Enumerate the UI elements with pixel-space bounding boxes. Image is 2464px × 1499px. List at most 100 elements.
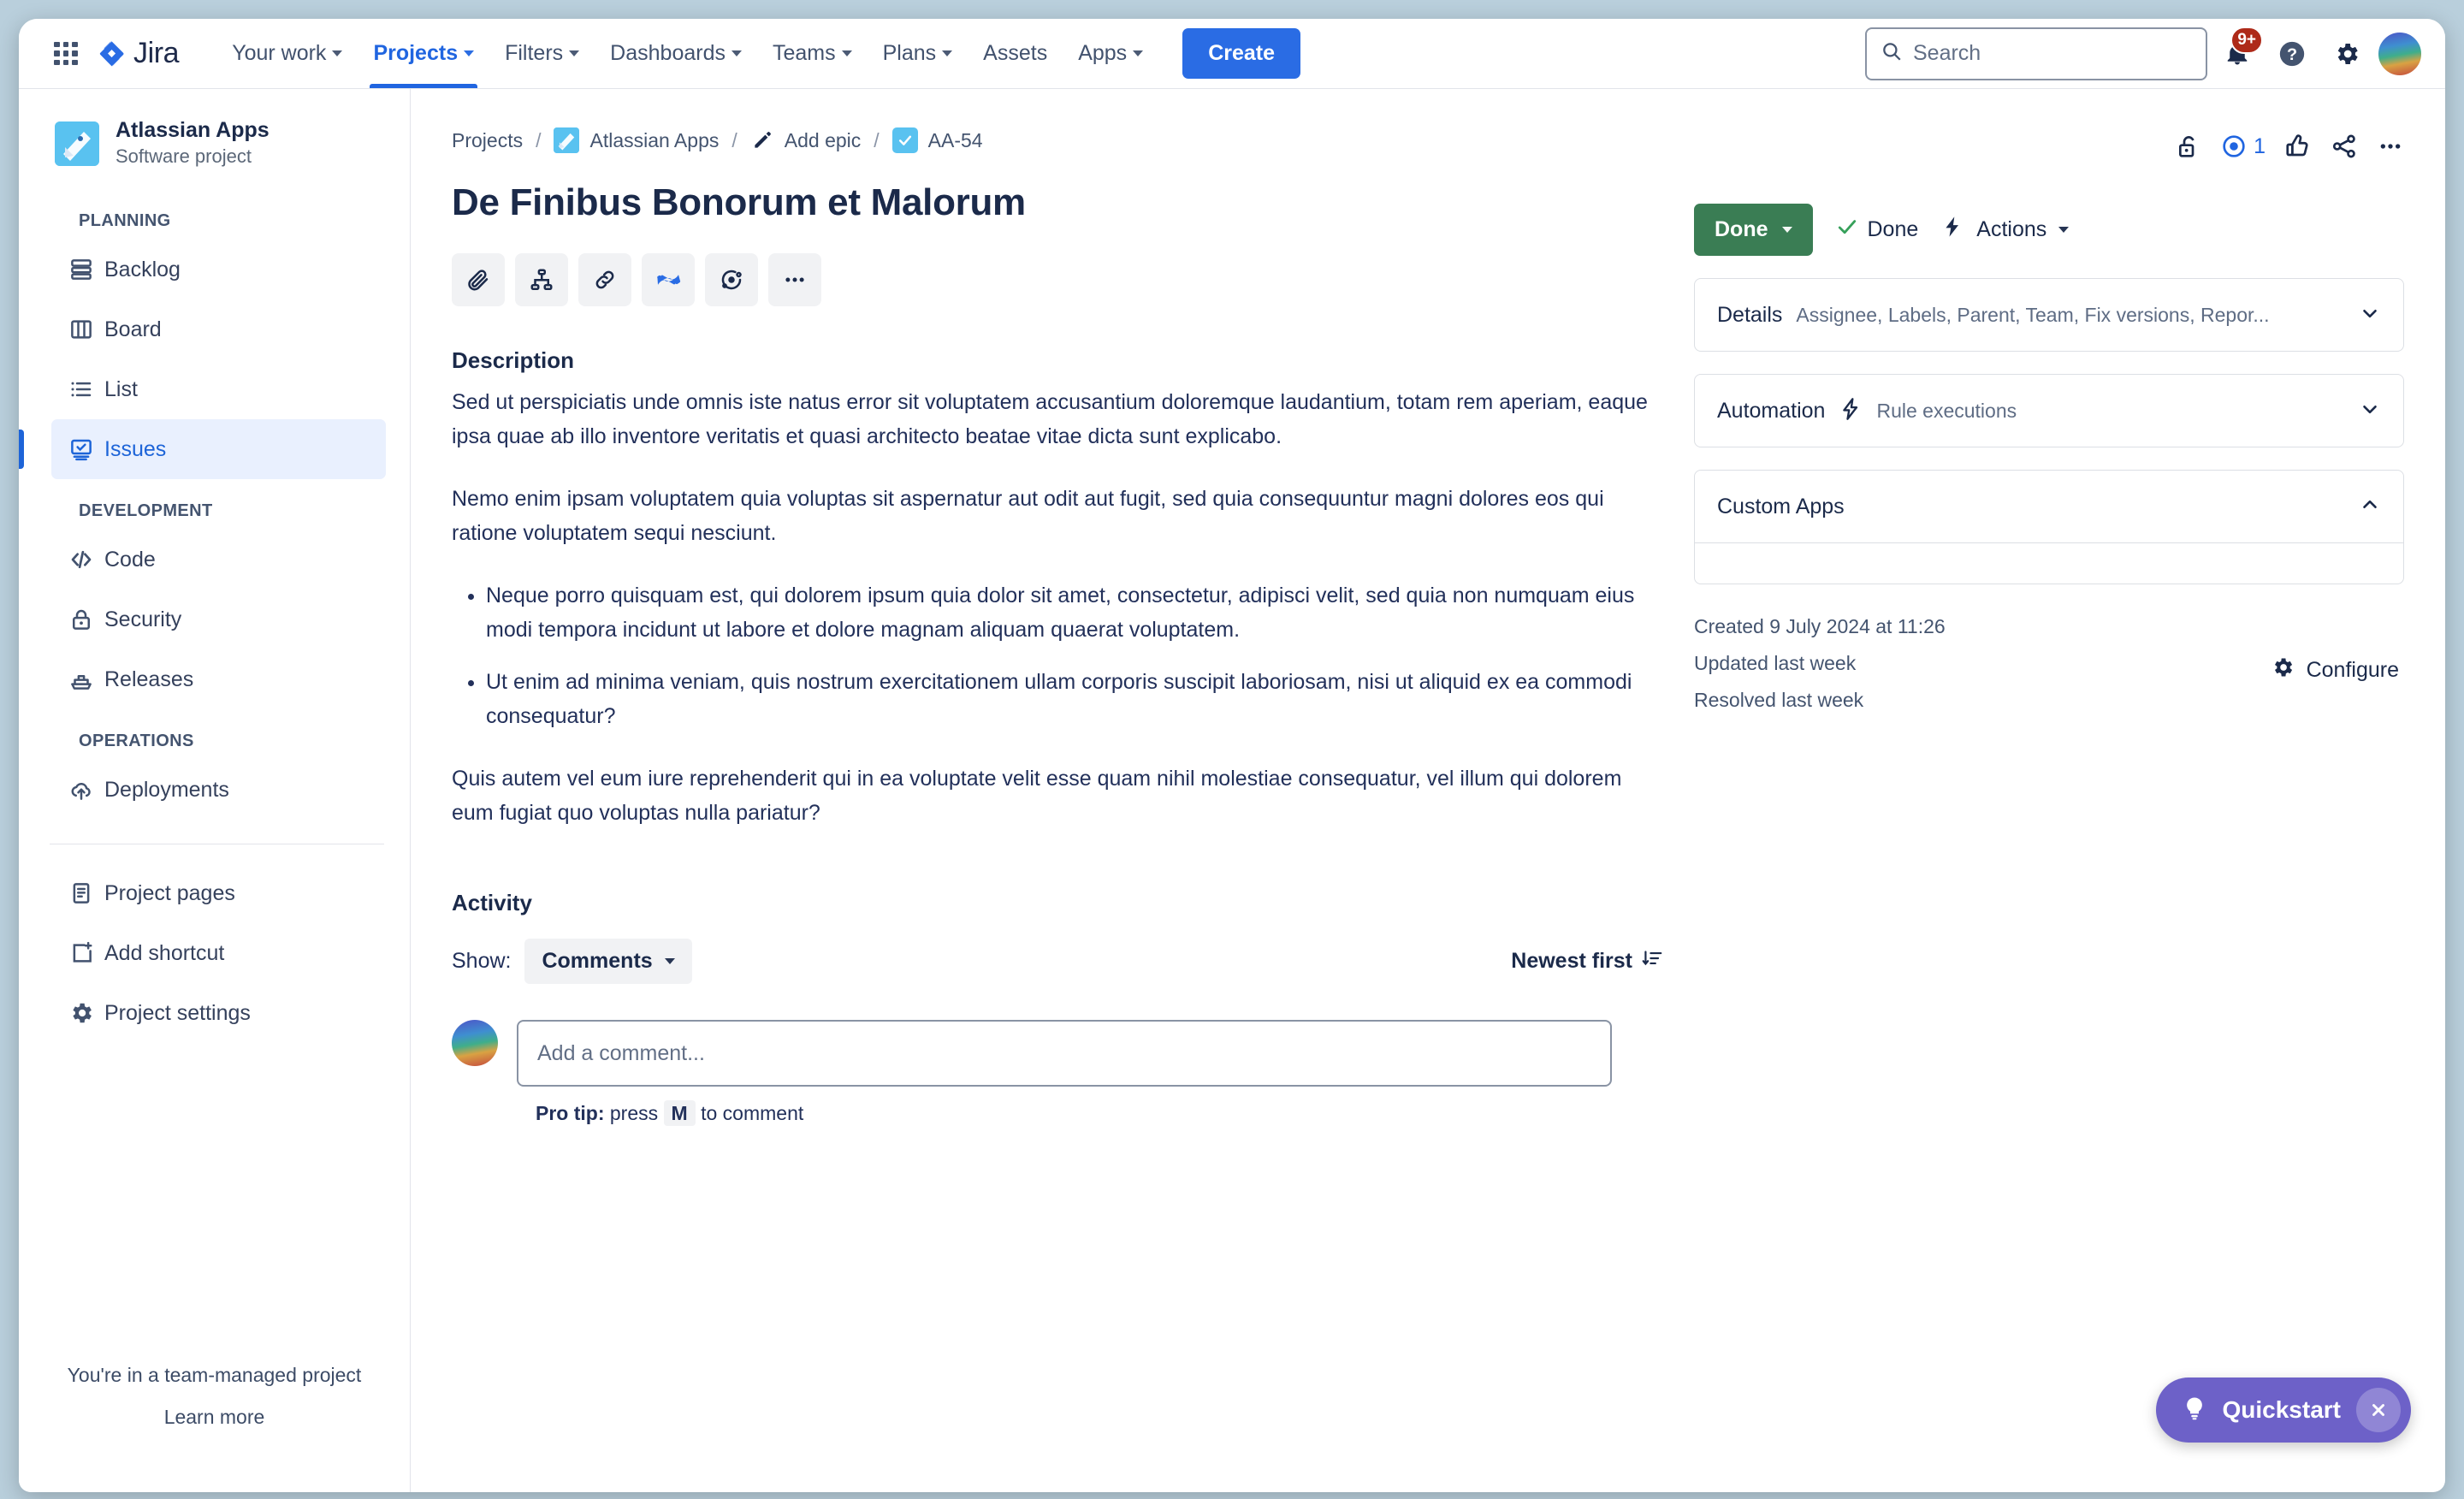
- jira-wordmark: Jira: [133, 37, 180, 69]
- details-panel[interactable]: Details Assignee, Labels, Parent, Team, …: [1694, 278, 2404, 352]
- status-button[interactable]: Done: [1694, 204, 1813, 256]
- close-icon[interactable]: [2356, 1388, 2401, 1432]
- sidebar-item-board[interactable]: Board: [51, 299, 386, 359]
- issue-title[interactable]: De Finibus Bonorum et Malorum: [452, 181, 1663, 224]
- backlog-icon: [67, 255, 96, 284]
- sidebar-item-project-settings[interactable]: Project settings: [51, 983, 386, 1043]
- page-icon: [67, 879, 96, 908]
- link-icon[interactable]: [578, 253, 631, 306]
- sidebar-item-releases[interactable]: Releases: [51, 649, 386, 709]
- jira-mark-icon: [98, 39, 126, 68]
- description-bullet: Neque porro quisquam est, qui dolorem ip…: [486, 579, 1663, 647]
- chevron-down-icon: [464, 50, 475, 56]
- sidebar-item-backlog[interactable]: Backlog: [51, 240, 386, 299]
- sidebar-item-issues[interactable]: Issues: [19, 419, 386, 480]
- sidebar-item-list[interactable]: List: [51, 359, 386, 419]
- chevron-down-icon: [2058, 227, 2070, 233]
- breadcrumb-issue-key[interactable]: AA-54: [928, 129, 983, 152]
- custom-apps-panel-header[interactable]: Custom Apps: [1695, 471, 2403, 542]
- resolution-indicator: Done: [1835, 215, 1918, 245]
- breadcrumb-add-epic[interactable]: Add epic: [785, 129, 862, 152]
- user-avatar[interactable]: [2377, 30, 2423, 77]
- create-button[interactable]: Create: [1182, 28, 1301, 79]
- sidebar-item-label: Project settings: [104, 1000, 251, 1025]
- issues-icon: [67, 435, 96, 464]
- task-type-icon: [891, 127, 918, 153]
- search-input[interactable]: [1913, 41, 2192, 66]
- nav-item-your-work[interactable]: Your work: [218, 19, 356, 88]
- configure-button[interactable]: Configure: [2271, 615, 2404, 726]
- sidebar-item-deployments[interactable]: Deployments: [51, 760, 386, 820]
- breadcrumb-project[interactable]: Atlassian Apps: [589, 129, 719, 152]
- description-bullet-list: Neque porro quisquam est, qui dolorem ip…: [452, 579, 1663, 733]
- activity-filter-select[interactable]: Comments: [524, 939, 692, 984]
- more-actions-icon[interactable]: [768, 253, 821, 306]
- chevron-up-icon[interactable]: [2359, 494, 2381, 520]
- add-shortcut-icon: [67, 939, 96, 968]
- sidebar-item-security[interactable]: Security: [51, 590, 386, 649]
- status-row: Done Done Actions: [1694, 204, 2404, 256]
- settings-button[interactable]: [2322, 29, 2372, 79]
- issue-action-row: [452, 253, 1663, 306]
- nav-item-assets[interactable]: Assets: [969, 19, 1061, 88]
- nav-label: Plans: [882, 41, 937, 65]
- help-button[interactable]: ?: [2267, 29, 2317, 79]
- automation-panel-header[interactable]: Automation Rule executions: [1695, 375, 2403, 447]
- sidebar-item-label: Security: [104, 607, 182, 631]
- lightning-icon: [1839, 397, 1863, 425]
- comment-input[interactable]: [537, 1040, 1591, 1066]
- child-issue-icon[interactable]: [515, 253, 568, 306]
- activity-filter-value: Comments: [542, 949, 653, 973]
- unlock-icon[interactable]: [2174, 133, 2201, 160]
- more-icon[interactable]: [2377, 133, 2404, 160]
- ship-icon: [67, 665, 96, 694]
- add-comment-row: [452, 1020, 1663, 1087]
- details-panel-header[interactable]: Details Assignee, Labels, Parent, Team, …: [1695, 279, 2403, 351]
- confluence-icon[interactable]: [642, 253, 695, 306]
- cloud-upload-icon: [67, 775, 96, 804]
- issue-main-column: Projects / Atlassian Apps / Add epic / A…: [452, 121, 1663, 1492]
- created-timestamp: Created 9 July 2024 at 11:26: [1694, 615, 1946, 637]
- project-name: Atlassian Apps: [116, 118, 270, 142]
- jira-logo[interactable]: Jira: [98, 37, 180, 70]
- activity-sort-button[interactable]: Newest first: [1511, 947, 1663, 975]
- like-icon[interactable]: [2284, 133, 2312, 160]
- chevron-down-icon[interactable]: [2359, 302, 2381, 329]
- sidebar-item-label: Releases: [104, 667, 194, 691]
- automation-panel[interactable]: Automation Rule executions: [1694, 374, 2404, 447]
- comment-input-wrapper[interactable]: [517, 1020, 1612, 1087]
- sidebar-section-operations: OPERATIONS: [79, 732, 194, 751]
- nav-item-plans[interactable]: Plans: [869, 19, 967, 88]
- nav-item-apps[interactable]: Apps: [1064, 19, 1157, 88]
- issue-side-column: 1 Done Done Actions Details Assignee, La…: [1694, 121, 2404, 1492]
- nav-item-teams[interactable]: Teams: [759, 19, 866, 88]
- configure-label: Configure: [2306, 658, 2399, 682]
- app-switcher-icon[interactable]: [48, 36, 84, 72]
- pro-tip: Pro tip: press M to comment: [536, 1100, 1663, 1126]
- pro-tip-press: press: [609, 1102, 659, 1124]
- watch-button[interactable]: 1: [2220, 133, 2266, 160]
- nav-item-filters[interactable]: Filters: [491, 19, 593, 88]
- actions-button[interactable]: Actions: [1940, 215, 2070, 245]
- breadcrumb-projects[interactable]: Projects: [452, 129, 523, 152]
- nav-label: Apps: [1078, 41, 1128, 65]
- sidebar-item-add-shortcut[interactable]: Add shortcut: [51, 923, 386, 983]
- nav-item-projects[interactable]: Projects: [359, 19, 488, 88]
- code-icon: [67, 545, 96, 574]
- resolved-timestamp: Resolved last week: [1694, 689, 1864, 711]
- chevron-down-icon[interactable]: [2359, 398, 2381, 424]
- learn-more-link[interactable]: Learn more: [19, 1406, 410, 1429]
- loom-icon[interactable]: [705, 253, 758, 306]
- project-header[interactable]: Atlassian Apps Software project: [19, 98, 410, 189]
- attach-icon[interactable]: [452, 253, 505, 306]
- nav-item-dashboards[interactable]: Dashboards: [596, 19, 755, 88]
- quickstart-button[interactable]: Quickstart: [2155, 1378, 2411, 1443]
- share-icon[interactable]: [2331, 133, 2358, 160]
- custom-apps-panel[interactable]: Custom Apps: [1694, 470, 2404, 584]
- sidebar-item-project-pages[interactable]: Project pages: [51, 863, 386, 923]
- search-box[interactable]: [1865, 27, 2207, 80]
- custom-apps-title: Custom Apps: [1717, 494, 1845, 518]
- sidebar-item-code[interactable]: Code: [51, 530, 386, 590]
- notifications-button[interactable]: 9+: [2212, 26, 2263, 79]
- details-title: Details: [1717, 302, 1783, 327]
